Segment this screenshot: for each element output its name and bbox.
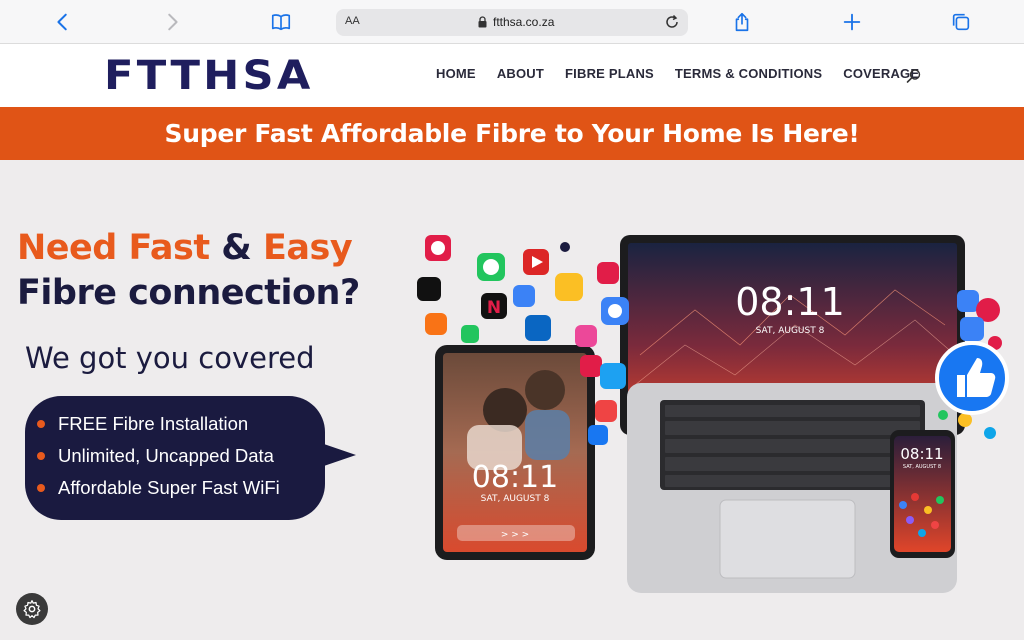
url-text: ftthsa.co.za — [493, 15, 555, 29]
tablet-unlock-text: > > > — [501, 530, 529, 540]
share-icon[interactable] — [728, 8, 756, 36]
hero-subheadline: We got you covered — [25, 341, 315, 375]
tablet-time: 08:11 — [472, 460, 558, 495]
laptop-time: 08:11 — [735, 280, 845, 324]
address-bar[interactable]: AA ftthsa.co.za — [336, 9, 688, 36]
nav-fibre-plans[interactable]: FIBRE PLANS — [565, 66, 654, 81]
phone-date: SAT, AUGUST 8 — [903, 464, 941, 470]
bullet-icon — [37, 452, 45, 460]
new-tab-icon[interactable] — [838, 8, 866, 36]
bullet-icon — [37, 484, 45, 492]
nav-about[interactable]: ABOUT — [497, 66, 544, 81]
laptop-date: SAT, AUGUST 8 — [756, 326, 825, 336]
hero-headline-line2: Fibre connection? — [17, 273, 360, 313]
bullet-icon — [37, 420, 45, 428]
features-bubble: FREE Fibre Installation Unlimited, Uncap… — [25, 396, 325, 520]
devices-illustration: 08:11 SAT, AUGUST 8 08:11 SAT, AUGUST 8 … — [417, 235, 1009, 593]
banner-text: Super Fast Affordable Fibre to Your Home… — [164, 119, 860, 148]
reload-icon[interactable] — [664, 14, 680, 30]
feature-text: Affordable Super Fast WiFi — [58, 477, 280, 498]
text-size-button[interactable]: AA — [345, 15, 360, 27]
headline-easy: Easy — [262, 228, 353, 268]
feature-item: Affordable Super Fast WiFi — [37, 477, 280, 499]
thumbs-up-icon — [935, 341, 1009, 415]
lock-icon — [478, 16, 487, 28]
nav-home[interactable]: HOME — [436, 66, 476, 81]
bookmarks-icon[interactable] — [267, 8, 295, 36]
phone-time: 08:11 — [900, 445, 943, 463]
site-header: FTTHSA HOME ABOUT FIBRE PLANS TERMS & CO… — [0, 44, 1024, 107]
settings-gear-button[interactable] — [16, 593, 48, 625]
feature-item: FREE Fibre Installation — [37, 413, 280, 435]
headline-need-fast: Need Fast — [17, 228, 210, 268]
tablet-date: SAT, AUGUST 8 — [481, 494, 550, 504]
headline-ampersand: & — [221, 228, 252, 268]
tablet: 08:11 SAT, AUGUST 8 > > > — [435, 345, 595, 560]
browser-toolbar: AA ftthsa.co.za — [0, 0, 1024, 44]
feature-text: FREE Fibre Installation — [58, 413, 249, 434]
forward-icon[interactable] — [158, 8, 186, 36]
svg-text:N: N — [487, 298, 501, 318]
search-icon[interactable] — [906, 68, 922, 84]
tabs-overview-icon[interactable] — [947, 8, 975, 36]
gear-icon — [23, 600, 41, 619]
phone: 08:11 SAT, AUGUST 8 — [890, 430, 955, 558]
main-nav: HOME ABOUT FIBRE PLANS TERMS & CONDITION… — [436, 66, 940, 81]
site-logo[interactable]: FTTHSA — [104, 53, 314, 99]
hero-section: Need Fast & Easy Fibre connection? We go… — [0, 160, 1024, 640]
laptop-trackpad — [719, 499, 856, 579]
hero-headline-line1: Need Fast & Easy — [17, 228, 353, 268]
nav-terms[interactable]: TERMS & CONDITIONS — [675, 66, 822, 81]
feature-item: Unlimited, Uncapped Data — [37, 445, 280, 467]
promo-banner: Super Fast Affordable Fibre to Your Home… — [0, 107, 1024, 160]
feature-text: Unlimited, Uncapped Data — [58, 445, 274, 466]
back-icon[interactable] — [49, 8, 77, 36]
